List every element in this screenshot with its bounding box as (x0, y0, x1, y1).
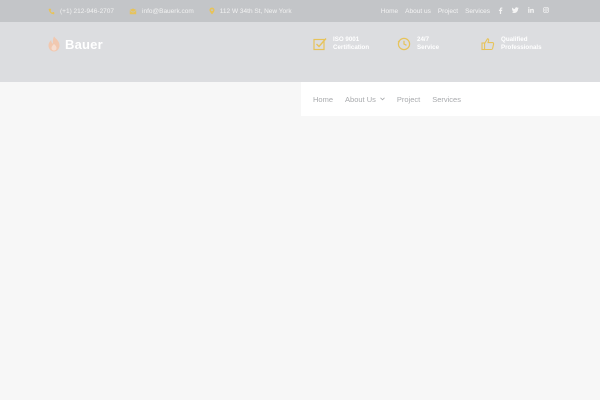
site-logo[interactable]: Bauer (47, 36, 103, 52)
instagram-icon[interactable] (543, 7, 549, 15)
nav-item-about-us[interactable]: About Us (345, 95, 385, 104)
feature-professionals-title: Qualified (501, 36, 528, 43)
feature-professionals: Qualified Professionals (481, 36, 549, 52)
topbar-links: Home About us Project Services (381, 0, 490, 22)
feature-service-subtitle: Service (417, 44, 440, 51)
phone-text: (+1) 212-946-2707 (60, 7, 115, 15)
phone-contact[interactable]: (+1) 212-946-2707 (48, 8, 114, 15)
nav-item-project[interactable]: Project (397, 95, 420, 104)
nav-item-home-label: Home (313, 94, 334, 104)
topbar-link-home[interactable]: Home (381, 8, 398, 15)
feature-service: 24/7 Service (397, 36, 465, 52)
twitter-icon[interactable] (511, 7, 519, 15)
contact-info: (+1) 212-946-2707 info@Bauerk.com 112 W … (48, 0, 292, 22)
feature-iso-title: ISO 9001 (333, 36, 360, 43)
clock-icon (397, 37, 411, 51)
thumbs-up-icon (481, 38, 495, 51)
topbar-link-project[interactable]: Project (438, 8, 458, 15)
facebook-icon[interactable] (498, 6, 503, 16)
email-text: info@Bauerk.com (142, 7, 194, 15)
feature-iso: ISO 9001 Certification (313, 36, 381, 52)
nav-item-project-label: Project (396, 94, 421, 104)
phone-icon (48, 8, 55, 15)
email-contact[interactable]: info@Bauerk.com (129, 8, 194, 15)
main-nav: Home About Us Project Services (301, 82, 600, 116)
nav-item-about-us-label: About Us (345, 94, 376, 104)
nav-item-services-label: Services (432, 94, 461, 104)
nav-item-home[interactable]: Home (313, 95, 333, 104)
feature-professionals-subtitle: Professionals (501, 44, 542, 51)
chevron-down-icon (380, 97, 385, 101)
linkedin-icon[interactable] (528, 7, 534, 15)
address-text: 112 W 34th St, New York (219, 7, 292, 15)
topbar-link-services[interactable]: Services (465, 8, 490, 15)
nav-item-services[interactable]: Services (432, 95, 461, 104)
brand-name: Bauer (65, 36, 103, 52)
map-pin-icon (209, 7, 215, 15)
site-header: Bauer ISO 9001 Certification 24/7 Servic… (0, 22, 600, 82)
address-contact: 112 W 34th St, New York (209, 7, 292, 15)
feature-iso-subtitle: Certification (333, 44, 370, 51)
social-links (498, 0, 549, 22)
flame-logo-icon (48, 36, 60, 52)
topbar-link-about[interactable]: About us (405, 8, 431, 15)
mail-icon (129, 8, 137, 15)
feature-service-title: 24/7 (417, 36, 430, 43)
top-bar: (+1) 212-946-2707 info@Bauerk.com 112 W … (0, 0, 600, 22)
checkbox-icon (313, 38, 327, 51)
